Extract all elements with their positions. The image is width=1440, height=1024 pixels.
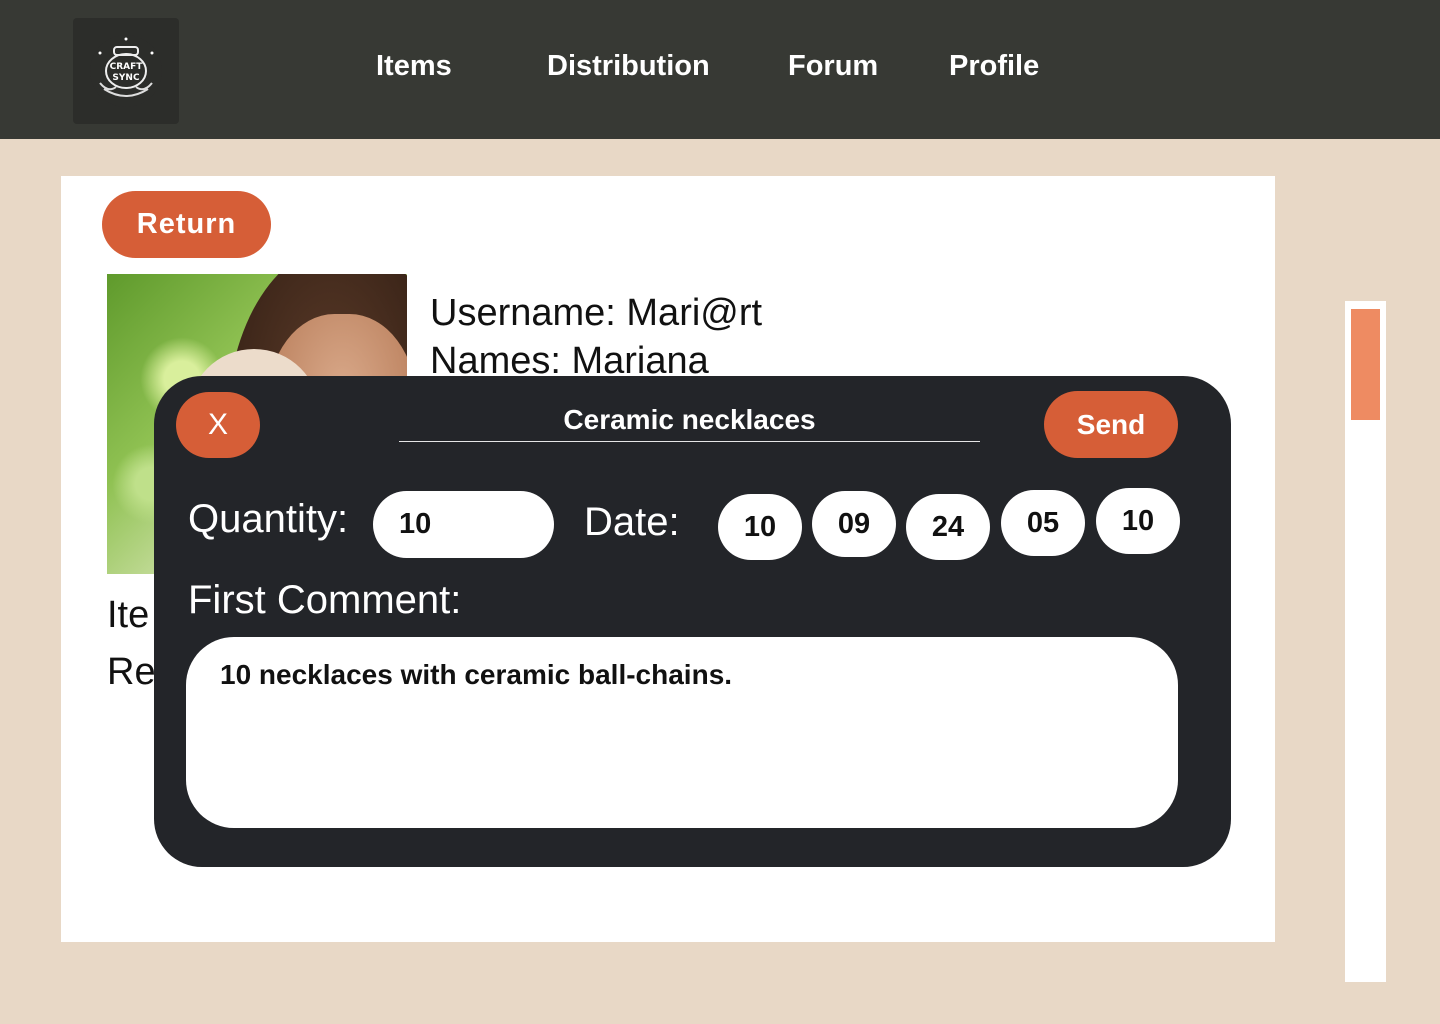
quantity-label: Quantity: (188, 497, 349, 541)
date-label: Date: (584, 500, 680, 544)
logo-icon: CRAFT SYNC (90, 35, 162, 107)
date-field-5[interactable]: 10 (1096, 488, 1180, 554)
send-button[interactable]: Send (1044, 391, 1178, 458)
nav-forum[interactable]: Forum (788, 50, 878, 83)
top-navbar: CRAFT SYNC Items Distribution Forum Prof… (0, 0, 1440, 139)
date-field-1[interactable]: 10 (718, 494, 802, 560)
nav-profile[interactable]: Profile (949, 50, 1039, 83)
scrollbar-thumb[interactable] (1351, 309, 1380, 420)
date-field-2[interactable]: 09 (812, 491, 896, 557)
nav-distribution[interactable]: Distribution (547, 50, 710, 83)
close-button[interactable]: X (176, 392, 260, 458)
craftsync-logo[interactable]: CRAFT SYNC (73, 18, 179, 124)
nav-items[interactable]: Items (376, 50, 452, 83)
title-underline (399, 441, 980, 442)
first-comment-textarea[interactable]: 10 necklaces with ceramic ball-chains. (186, 637, 1178, 828)
svg-text:CRAFT: CRAFT (110, 62, 144, 72)
quantity-input[interactable] (373, 491, 554, 558)
modal-title[interactable]: Ceramic necklaces (399, 404, 980, 436)
return-button[interactable]: Return (102, 191, 271, 258)
username-text: Username: Mari@rt (430, 292, 763, 334)
date-field-4[interactable]: 05 (1001, 490, 1085, 556)
svg-text:SYNC: SYNC (112, 73, 140, 83)
date-field-3[interactable]: 24 (906, 494, 990, 560)
first-comment-label: First Comment: (188, 578, 462, 622)
